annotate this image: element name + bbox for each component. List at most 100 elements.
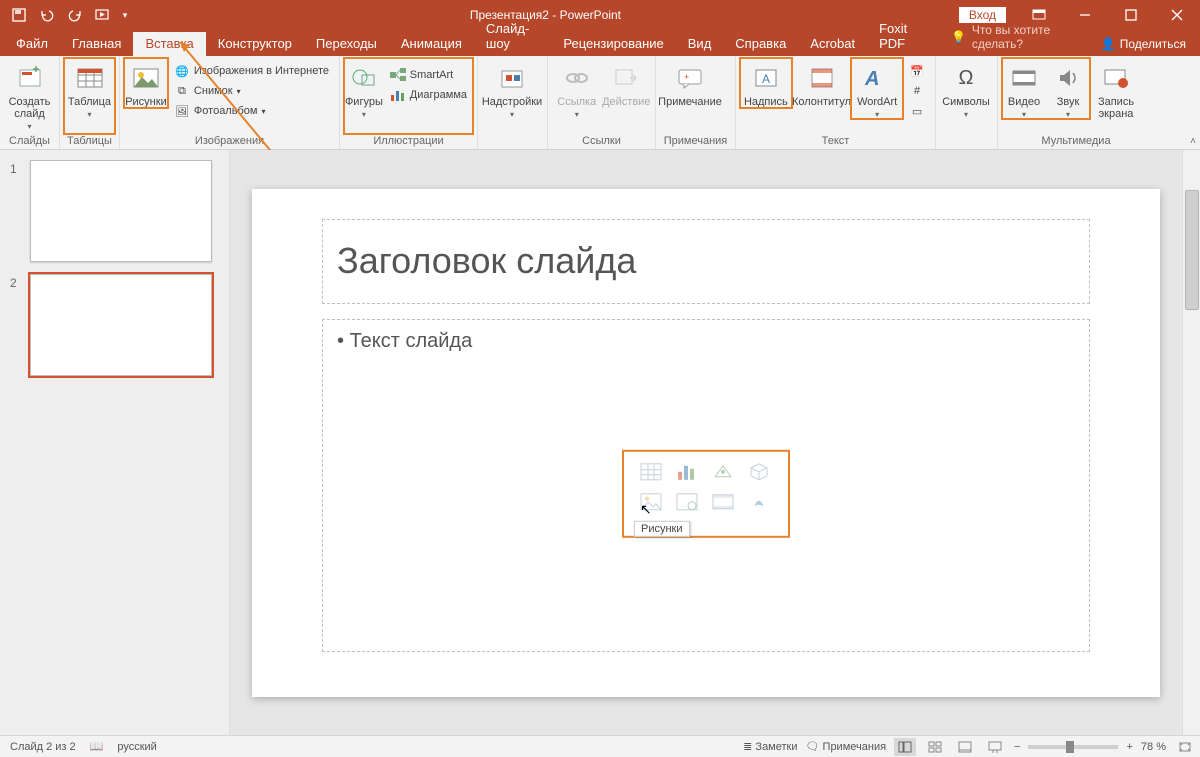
notes-button[interactable]: ≣ Заметки	[743, 740, 797, 753]
slide[interactable]: Заголовок слайда Текст слайда ↖ Рисунки	[252, 189, 1160, 697]
group-images-label: Изображения	[124, 134, 335, 149]
group-links-label: Ссылки	[552, 134, 651, 149]
tooltip: Рисунки	[634, 521, 690, 537]
slide-canvas[interactable]: Заголовок слайда Текст слайда ↖ Рисунки	[230, 150, 1182, 735]
fit-to-window[interactable]	[1174, 738, 1196, 756]
new-slide-button[interactable]: Создать слайд	[4, 58, 55, 131]
spellcheck-icon[interactable]: 📖	[90, 740, 104, 753]
textbox-button[interactable]: A Надпись	[740, 58, 792, 108]
tell-me[interactable]: 💡Что вы хотите сделать?	[937, 23, 1087, 56]
date-icon: 📅	[909, 63, 925, 79]
slide-count: Слайд 2 из 2	[10, 741, 76, 753]
tab-insert[interactable]: Вставка	[133, 32, 205, 56]
zoom-level[interactable]: 78 %	[1141, 741, 1166, 753]
shapes-button[interactable]: Фигуры	[344, 58, 384, 119]
content-placeholder[interactable]: Текст слайда ↖ Рисунки	[322, 319, 1090, 652]
textbox-icon: A	[750, 62, 782, 94]
language[interactable]: русский	[117, 741, 156, 753]
group-illustrations-label: Иллюстрации	[344, 134, 473, 149]
collapse-ribbon[interactable]: ˄	[1190, 136, 1196, 147]
zoom-out[interactable]: −	[1014, 741, 1020, 753]
tab-view[interactable]: Вид	[676, 32, 724, 56]
maximize-button[interactable]	[1108, 0, 1154, 30]
object-button[interactable]: ▭	[905, 102, 929, 120]
svg-text:+: +	[684, 72, 689, 82]
video-icon	[1008, 62, 1040, 94]
zoom-slider[interactable]	[1028, 745, 1118, 749]
smartart-icon	[390, 67, 406, 83]
title-text: Заголовок слайда	[337, 240, 636, 282]
normal-view-button[interactable]	[894, 738, 916, 756]
insert-online-picture-icon[interactable]	[674, 490, 700, 514]
tab-home[interactable]: Главная	[60, 32, 133, 56]
action-button: Действие	[602, 58, 652, 108]
date-time-button[interactable]: 📅	[905, 62, 929, 80]
picture-icon	[130, 62, 162, 94]
chart-button[interactable]: Диаграмма	[386, 86, 471, 104]
slide-thumbnails-panel[interactable]: 1 2	[0, 150, 230, 735]
addins-icon	[496, 62, 528, 94]
tab-slideshow[interactable]: Слайд-шоу	[474, 17, 551, 56]
hyperlink-button: Ссылка	[552, 58, 602, 119]
insert-icon-icon[interactable]	[746, 490, 772, 514]
vertical-scrollbar[interactable]	[1182, 150, 1200, 735]
comment-button[interactable]: + Примечание	[660, 58, 720, 108]
insert-video-icon[interactable]	[710, 490, 736, 514]
title-placeholder[interactable]: Заголовок слайда	[322, 219, 1090, 304]
signin-button[interactable]: Вход	[959, 7, 1006, 23]
wordart-button[interactable]: A WordArt	[851, 58, 903, 119]
start-slideshow-button[interactable]	[90, 2, 116, 28]
content-placeholder-icons: ↖ Рисунки	[622, 450, 790, 538]
omega-icon: Ω	[950, 62, 982, 94]
close-button[interactable]	[1154, 0, 1200, 30]
share-button[interactable]: 👤Поделиться	[1087, 37, 1200, 56]
screenshot-button[interactable]: ⧉Снимок ▾	[170, 82, 333, 100]
insert-table-icon[interactable]	[638, 460, 664, 484]
slide-thumbnail-2[interactable]	[30, 274, 212, 376]
album-icon: 🖼	[174, 103, 190, 119]
lightbulb-icon: 💡	[951, 30, 966, 44]
photo-album-button[interactable]: 🖼Фотоальбом ▾	[170, 102, 333, 120]
addins-button[interactable]: Надстройки	[482, 58, 542, 119]
insert-smartart-icon[interactable]	[710, 460, 736, 484]
thumb-number: 2	[10, 274, 22, 376]
pictures-button[interactable]: Рисунки	[124, 58, 168, 108]
group-addins-label	[482, 134, 543, 149]
insert-chart-icon[interactable]	[674, 460, 700, 484]
tab-design[interactable]: Конструктор	[206, 32, 304, 56]
tab-review[interactable]: Рецензирование	[551, 32, 675, 56]
person-icon: 👤	[1101, 37, 1116, 51]
tab-foxit[interactable]: Foxit PDF	[867, 17, 937, 56]
slide-sorter-button[interactable]	[924, 738, 946, 756]
video-button[interactable]: Видео	[1002, 58, 1046, 119]
screen-recording-button[interactable]: Запись экрана	[1090, 58, 1142, 120]
slide-thumbnail-1[interactable]	[30, 160, 212, 262]
redo-button[interactable]	[62, 2, 88, 28]
symbols-button[interactable]: Ω Символы	[940, 58, 992, 119]
new-slide-icon	[14, 62, 46, 94]
online-pictures-button[interactable]: 🌐Изображения в Интернете	[170, 62, 333, 80]
qat-customize[interactable]: ▾	[118, 2, 132, 28]
save-button[interactable]	[6, 2, 32, 28]
thumb-number: 1	[10, 160, 22, 262]
object-icon: ▭	[909, 103, 925, 119]
tab-acrobat[interactable]: Acrobat	[798, 32, 867, 56]
group-comments-label: Примечания	[660, 134, 731, 149]
link-icon	[561, 62, 593, 94]
table-button[interactable]: Таблица	[64, 58, 115, 119]
tab-transitions[interactable]: Переходы	[304, 32, 389, 56]
tab-file[interactable]: Файл	[4, 32, 60, 56]
zoom-in[interactable]: +	[1126, 741, 1132, 753]
header-footer-button[interactable]: Колонтитул	[792, 58, 852, 108]
slide-number-button[interactable]: #	[905, 82, 929, 100]
tab-animations[interactable]: Анимация	[389, 32, 474, 56]
smartart-button[interactable]: SmartArt	[386, 66, 471, 84]
insert-3d-icon[interactable]	[746, 460, 772, 484]
slideshow-view-button[interactable]	[984, 738, 1006, 756]
comments-button[interactable]: 🗨 Примечания	[806, 740, 887, 753]
svg-text:A: A	[762, 72, 770, 86]
tab-help[interactable]: Справка	[723, 32, 798, 56]
audio-button[interactable]: Звук	[1046, 58, 1090, 119]
undo-button[interactable]	[34, 2, 60, 28]
reading-view-button[interactable]	[954, 738, 976, 756]
